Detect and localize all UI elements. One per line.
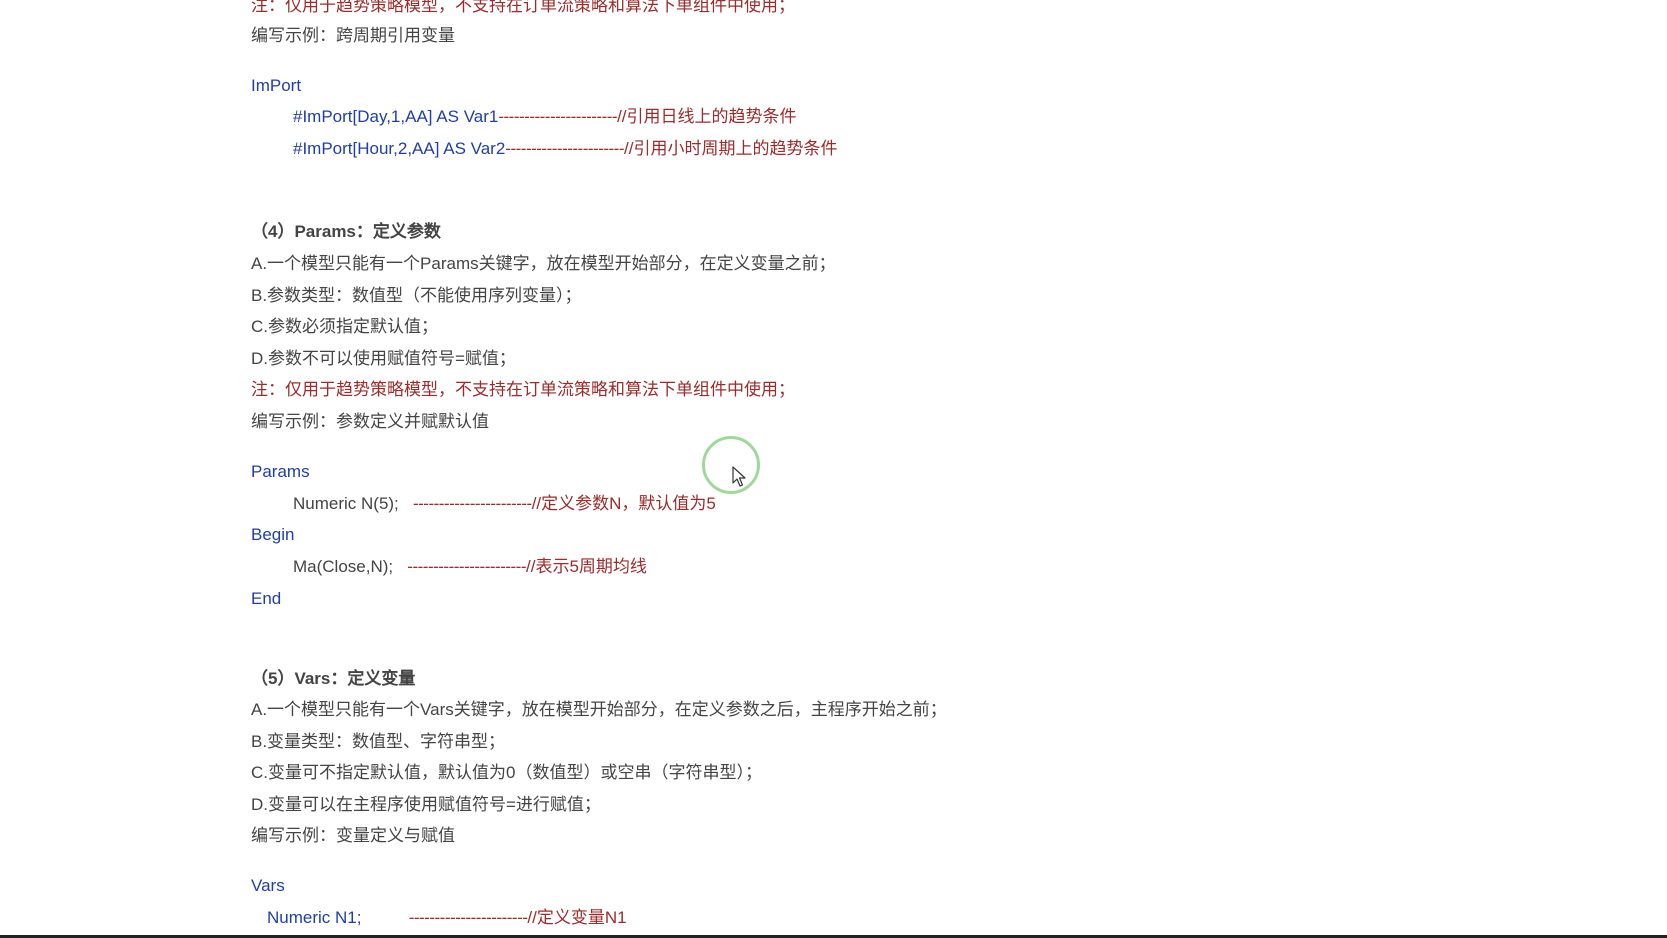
params-code-line-dashes: ----------------------- <box>412 494 532 513</box>
params-heading: （4）Params：定义参数 <box>251 222 441 241</box>
top-note-partial: 注：仅用于趋势策略模型，不支持在订单流策略和算法下单组件中使用； <box>251 0 795 15</box>
import-line-2-dashes: ----------------------- <box>505 139 625 158</box>
import-line-1: #ImPort[Day,1,AA] AS Var1---------------… <box>293 107 797 127</box>
vars-code-line: Numeric N1; -----------------------//定义变… <box>267 908 627 928</box>
params-item-c: C.参数必须指定默认值； <box>251 317 438 336</box>
body-code-line-code: Ma(Close,N); <box>293 557 394 576</box>
body-code-line: Ma(Close,N); -----------------------//表示… <box>293 557 647 577</box>
vars-keyword: Vars <box>251 876 285 895</box>
vars-heading: （5）Vars：定义变量 <box>251 669 416 688</box>
params-code-line-code: Numeric N(5); <box>293 494 399 513</box>
top-example-label: 编写示例：跨周期引用变量 <box>251 26 455 45</box>
import-line-1-code: #ImPort[Day,1,AA] AS Var1 <box>293 107 499 126</box>
body-code-line-comment: //表示5周期均线 <box>526 557 647 576</box>
params-code-line: Numeric N(5); -----------------------//定… <box>293 494 716 514</box>
vars-code-line-comment: //定义变量N1 <box>527 908 627 927</box>
params-code-line-comment: //定义参数N，默认值为5 <box>531 494 716 513</box>
vars-example-label: 编写示例：变量定义与赋值 <box>251 826 455 845</box>
params-note: 注：仅用于趋势策略模型，不支持在订单流策略和算法下单组件中使用； <box>251 380 795 399</box>
vars-code-line-dashes: ----------------------- <box>408 908 528 927</box>
mouse-pointer-icon <box>732 466 746 487</box>
params-item-a: A.一个模型只能有一个Params关键字，放在模型开始部分，在定义变量之前； <box>251 254 836 273</box>
document-page: 注：仅用于趋势策略模型，不支持在订单流策略和算法下单组件中使用； 编写示例：跨周… <box>0 0 1667 938</box>
import-line-2-code: #ImPort[Hour,2,AA] AS Var2 <box>293 139 506 158</box>
import-line-2-comment: //引用小时周期上的趋势条件 <box>624 139 838 158</box>
begin-keyword: Begin <box>251 525 295 544</box>
import-line-2: #ImPort[Hour,2,AA] AS Var2--------------… <box>293 139 837 159</box>
import-keyword: ImPort <box>251 76 302 95</box>
params-example-label: 编写示例：参数定义并赋默认值 <box>251 412 489 431</box>
vars-item-b: B.变量类型：数值型、字符串型； <box>251 732 506 751</box>
body-code-line-dashes: ----------------------- <box>407 557 527 576</box>
vars-item-a: A.一个模型只能有一个Vars关键字，放在模型开始部分，在定义参数之后，主程序开… <box>251 700 947 719</box>
vars-item-d: D.变量可以在主程序使用赋值符号=进行赋值； <box>251 795 601 814</box>
vars-code-line-code: Numeric N1; <box>267 908 362 927</box>
params-item-d: D.参数不可以使用赋值符号=赋值； <box>251 349 516 368</box>
params-keyword: Params <box>251 462 310 481</box>
cursor-highlight-ring <box>702 436 760 494</box>
params-item-b: B.参数类型：数值型（不能使用序列变量）； <box>251 286 582 305</box>
import-line-1-dashes: ----------------------- <box>498 107 618 126</box>
end-keyword: End <box>251 589 282 608</box>
vars-item-c: C.变量可不指定默认值，默认值为0（数值型）或空串（字符串型）； <box>251 763 762 782</box>
import-line-1-comment: //引用日线上的趋势条件 <box>617 107 797 126</box>
